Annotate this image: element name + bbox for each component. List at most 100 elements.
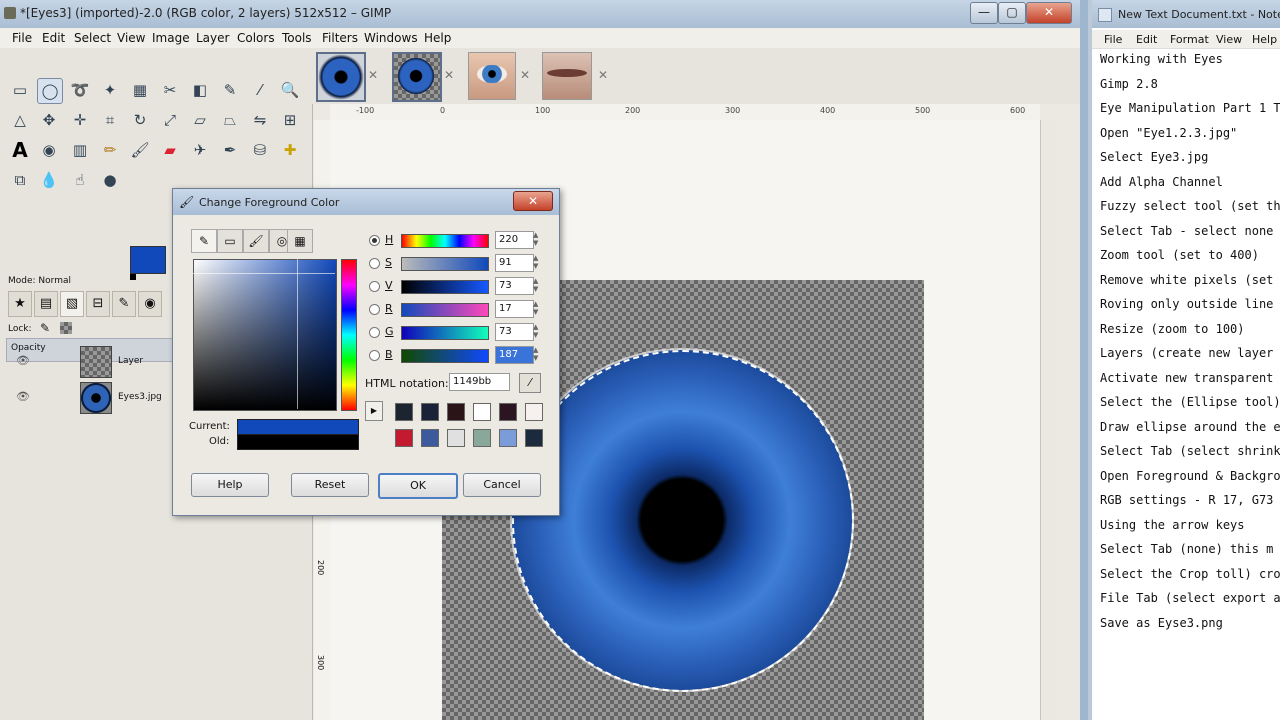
menu-view[interactable]: View — [117, 31, 145, 45]
perspective-icon[interactable]: ⏢ — [218, 108, 242, 132]
channel-radio-v[interactable] — [369, 281, 380, 292]
history-swatch[interactable] — [421, 429, 439, 447]
layer-row[interactable]: 👁 Eyes3.jpg — [6, 380, 172, 416]
blue-slider[interactable] — [401, 349, 489, 363]
menu-layer[interactable]: Layer — [196, 31, 229, 45]
value-slider[interactable] — [401, 280, 489, 294]
history-swatch[interactable] — [395, 429, 413, 447]
spin-arrows-icon[interactable]: ▲ ▼ — [533, 254, 541, 270]
history-swatch[interactable] — [447, 429, 465, 447]
dialog-close-button[interactable]: ✕ — [513, 191, 553, 211]
menu-windows[interactable]: Windows — [364, 31, 418, 45]
default-colors-icon[interactable] — [130, 274, 136, 280]
notepad-menu-file[interactable]: File — [1104, 33, 1122, 46]
flip-icon[interactable]: ⇋ — [248, 108, 272, 132]
color-picker-icon[interactable]: ⁄ — [248, 78, 272, 102]
spin-arrows-icon[interactable]: ▲ ▼ — [533, 300, 541, 316]
channel-value-b[interactable]: 187 — [495, 346, 534, 364]
close-tab-icon[interactable]: ✕ — [598, 68, 608, 82]
image-tab-eyes-photo[interactable] — [542, 52, 592, 100]
vertical-scrollbar[interactable] — [1040, 120, 1055, 720]
ellipse-select-icon[interactable]: ◯ — [37, 78, 63, 104]
ok-button[interactable]: OK — [378, 473, 458, 499]
notepad-text-area[interactable]: Working with Eyes Gimp 2.8 Eye Manipulatio… — [1092, 48, 1280, 720]
close-tab-icon[interactable]: ✕ — [444, 68, 454, 82]
image-tab-eyes3[interactable] — [392, 52, 442, 102]
maximize-button[interactable]: ▢ — [998, 2, 1026, 24]
lock-alpha-icon[interactable] — [60, 322, 72, 334]
spin-arrows-icon[interactable]: ▲ ▼ — [533, 346, 541, 362]
spin-arrows-icon[interactable]: ▲ ▼ — [533, 323, 541, 339]
history-swatch[interactable] — [395, 403, 413, 421]
red-slider[interactable] — [401, 303, 489, 317]
channels-tab-icon[interactable]: ⊟ — [86, 291, 110, 317]
green-slider[interactable] — [401, 326, 489, 340]
text-tool-icon[interactable]: A — [8, 138, 32, 162]
blur-icon[interactable]: 💧 — [37, 168, 61, 192]
lock-pixels-icon[interactable]: ✎ — [40, 321, 50, 335]
close-button[interactable]: ✕ — [1026, 2, 1072, 24]
zoom-icon[interactable]: 🔍 — [278, 78, 302, 102]
watercolor-selector-tab-icon[interactable]: 🖌 — [243, 229, 269, 253]
paths-tab-icon[interactable]: ✎ — [112, 291, 136, 317]
history-swatch[interactable] — [499, 403, 517, 421]
image-tab-eyes1[interactable] — [316, 52, 366, 102]
help-button[interactable]: Help — [191, 473, 269, 497]
rotate-icon[interactable]: ↻ — [128, 108, 152, 132]
align-icon[interactable]: ✛ — [68, 108, 92, 132]
move-icon[interactable]: ✥ — [37, 108, 61, 132]
undo-tab-icon[interactable]: ◉ — [138, 291, 162, 317]
airbrush-icon[interactable]: ✈ — [188, 138, 212, 162]
history-swatch[interactable] — [525, 403, 543, 421]
heal-icon[interactable]: ✚ — [278, 138, 302, 162]
menu-file[interactable]: File — [12, 31, 32, 45]
menu-image[interactable]: Image — [152, 31, 190, 45]
perspective-clone-icon[interactable]: ⧉ — [8, 168, 32, 192]
paths-icon[interactable]: ✎ — [218, 78, 242, 102]
layers-tab-icon[interactable]: ▧ — [60, 291, 84, 317]
gimp-titlebar[interactable]: *[Eyes3] (imported)-2.0 (RGB color, 2 la… — [0, 0, 1080, 28]
saturation-value-picker[interactable] — [193, 259, 337, 411]
image-tab-eye-photo[interactable] — [468, 52, 516, 100]
eyedropper-button[interactable]: ⁄ — [519, 373, 541, 393]
visibility-eye-icon[interactable]: 👁 — [16, 354, 30, 367]
dodge-burn-icon[interactable]: ● — [98, 168, 122, 192]
rect-select-icon[interactable]: ▭ — [8, 78, 32, 102]
notepad-menu-format[interactable]: Format — [1170, 33, 1209, 46]
shear-icon[interactable]: ▱ — [188, 108, 212, 132]
history-swatch[interactable] — [473, 403, 491, 421]
tool-options-tab-icon[interactable]: ★ — [8, 291, 32, 317]
history-swatch[interactable] — [499, 429, 517, 447]
eraser-icon[interactable]: ▰ — [158, 138, 182, 162]
foreground-select-icon[interactable]: ◧ — [188, 78, 212, 102]
gimp-selector-tab-icon[interactable]: ✎ — [191, 229, 217, 253]
saturation-slider[interactable] — [401, 257, 489, 271]
channel-radio-r[interactable] — [369, 304, 380, 315]
clone-icon[interactable]: ⛁ — [248, 138, 272, 162]
history-swatch[interactable] — [525, 429, 543, 447]
channel-value-v[interactable]: 73 — [495, 277, 534, 295]
history-swatch[interactable] — [473, 429, 491, 447]
menu-help[interactable]: Help — [424, 31, 451, 45]
foreground-color-swatch[interactable] — [130, 246, 166, 274]
crop-icon[interactable]: ⌗ — [98, 108, 122, 132]
notepad-titlebar[interactable]: New Text Document.txt - Notepad — [1092, 0, 1280, 28]
hue-slider[interactable] — [401, 234, 489, 248]
minimize-button[interactable]: — — [970, 2, 998, 24]
menu-colors[interactable]: Colors — [237, 31, 275, 45]
cancel-button[interactable]: Cancel — [463, 473, 541, 497]
paintbrush-icon[interactable]: 🖌 — [128, 138, 152, 162]
channel-radio-b[interactable] — [369, 350, 380, 361]
dialog-titlebar[interactable]: 🖌 Change Foreground Color ✕ — [173, 189, 559, 215]
channel-radio-g[interactable] — [369, 327, 380, 338]
notepad-menu-edit[interactable]: Edit — [1136, 33, 1157, 46]
menu-tools[interactable]: Tools — [282, 31, 312, 45]
measure-icon[interactable]: △ — [8, 108, 32, 132]
notepad-menu-view[interactable]: View — [1216, 33, 1242, 46]
channel-value-r[interactable]: 17 — [495, 300, 534, 318]
select-by-color-icon[interactable]: ▦ — [128, 78, 152, 102]
channel-radio-h[interactable] — [369, 235, 380, 246]
blend-icon[interactable]: ▥ — [68, 138, 92, 162]
menu-select[interactable]: Select — [74, 31, 111, 45]
channel-value-s[interactable]: 91 — [495, 254, 534, 272]
